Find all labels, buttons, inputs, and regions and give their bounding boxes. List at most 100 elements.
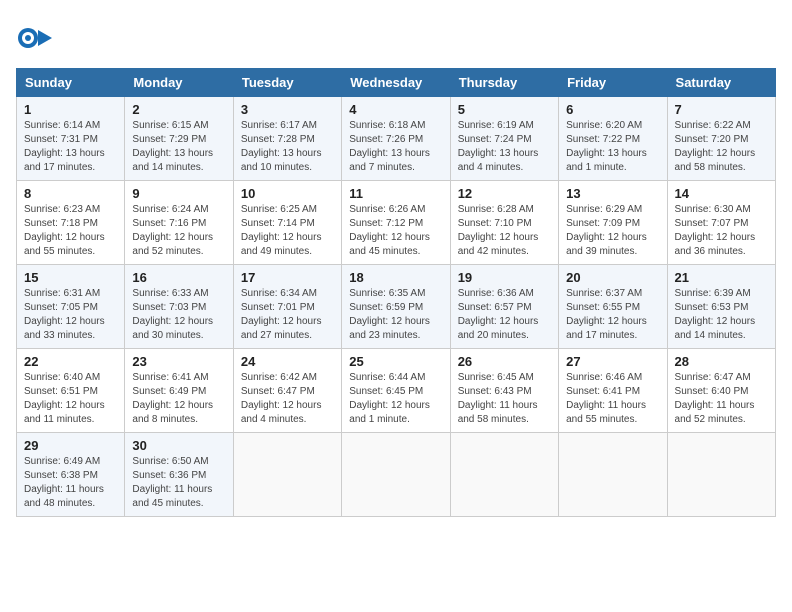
calendar-cell: 22 Sunrise: 6:40 AM Sunset: 6:51 PM Dayli…: [17, 349, 125, 433]
calendar-cell: [667, 433, 775, 517]
day-number: 11: [349, 186, 442, 201]
day-info: Sunrise: 6:28 AM Sunset: 7:10 PM Dayligh…: [458, 203, 551, 259]
calendar-cell: 18Sunrise: 6:35 AM Sunset: 6:59 PM Dayli…: [342, 265, 450, 349]
day-number: 27: [566, 354, 659, 369]
day-number: 18: [349, 270, 442, 285]
day-header-thursday: Thursday: [450, 69, 558, 97]
day-header-saturday: Saturday: [667, 69, 775, 97]
day-info: Sunrise: 6:18 AM Sunset: 7:26 PM Dayligh…: [349, 119, 442, 175]
calendar-cell: 6 Sunrise: 6:20 AM Sunset: 7:22 PM Daylig…: [559, 97, 667, 181]
day-info: Sunrise: 6:46 AM Sunset: 6:41 PM Dayligh…: [566, 371, 659, 427]
day-info: Sunrise: 6:45 AM Sunset: 6:43 PM Dayligh…: [458, 371, 551, 427]
day-info: Sunrise: 6:23 AM Sunset: 7:18 PM Dayligh…: [24, 203, 117, 259]
calendar-week-row: 15 Sunrise: 6:31 AM Sunset: 7:05 PM Dayli…: [17, 265, 776, 349]
day-number: 1: [24, 102, 117, 117]
calendar-week-row: 22 Sunrise: 6:40 AM Sunset: 6:51 PM Dayli…: [17, 349, 776, 433]
calendar-cell: 23 Sunrise: 6:41 AM Sunset: 6:49 PM Dayli…: [125, 349, 233, 433]
day-number: 23: [132, 354, 225, 369]
day-info: Sunrise: 6:20 AM Sunset: 7:22 PM Dayligh…: [566, 119, 659, 175]
day-info: Sunrise: 6:47 AM Sunset: 6:40 PM Dayligh…: [675, 371, 768, 427]
day-number: 12: [458, 186, 551, 201]
calendar-cell: 12 Sunrise: 6:28 AM Sunset: 7:10 PM Dayli…: [450, 181, 558, 265]
day-number: 5: [458, 102, 551, 117]
day-number: 21: [675, 270, 768, 285]
calendar-cell: 3 Sunrise: 6:17 AM Sunset: 7:28 PM Daylig…: [233, 97, 341, 181]
calendar-cell: [342, 433, 450, 517]
day-info: Sunrise: 6:36 AM Sunset: 6:57 PM Dayligh…: [458, 287, 551, 343]
day-number: 25: [349, 354, 442, 369]
calendar-cell: 26 Sunrise: 6:45 AM Sunset: 6:43 PM Dayli…: [450, 349, 558, 433]
page-header: [16, 16, 776, 56]
day-info: Sunrise: 6:29 AM Sunset: 7:09 PM Dayligh…: [566, 203, 659, 259]
day-number: 30: [132, 438, 225, 453]
day-number: 17: [241, 270, 334, 285]
day-header-wednesday: Wednesday: [342, 69, 450, 97]
day-info: Sunrise: 6:34 AM Sunset: 7:01 PM Dayligh…: [241, 287, 334, 343]
calendar-cell: [233, 433, 341, 517]
calendar-cell: 28 Sunrise: 6:47 AM Sunset: 6:40 PM Dayli…: [667, 349, 775, 433]
calendar-header-row: SundayMondayTuesdayWednesdayThursdayFrid…: [17, 69, 776, 97]
calendar-cell: 17 Sunrise: 6:34 AM Sunset: 7:01 PM Dayli…: [233, 265, 341, 349]
day-number: 3: [241, 102, 334, 117]
day-number: 28: [675, 354, 768, 369]
calendar-table: SundayMondayTuesdayWednesdayThursdayFrid…: [16, 68, 776, 517]
day-info: Sunrise: 6:44 AM Sunset: 6:45 PM Dayligh…: [349, 371, 442, 427]
calendar-cell: 5 Sunrise: 6:19 AM Sunset: 7:24 PM Daylig…: [450, 97, 558, 181]
day-number: 9: [132, 186, 225, 201]
day-number: 19: [458, 270, 551, 285]
calendar-cell: 16 Sunrise: 6:33 AM Sunset: 7:03 PM Dayli…: [125, 265, 233, 349]
day-number: 7: [675, 102, 768, 117]
day-header-monday: Monday: [125, 69, 233, 97]
calendar-cell: [450, 433, 558, 517]
day-header-tuesday: Tuesday: [233, 69, 341, 97]
calendar-cell: 11 Sunrise: 6:26 AM Sunset: 7:12 PM Dayli…: [342, 181, 450, 265]
calendar-cell: 2Sunrise: 6:15 AM Sunset: 7:29 PM Daylig…: [125, 97, 233, 181]
day-number: 10: [241, 186, 334, 201]
day-info: Sunrise: 6:30 AM Sunset: 7:07 PM Dayligh…: [675, 203, 768, 259]
day-number: 8: [24, 186, 117, 201]
day-info: Sunrise: 6:42 AM Sunset: 6:47 PM Dayligh…: [241, 371, 334, 427]
calendar-cell: 4 Sunrise: 6:18 AM Sunset: 7:26 PM Daylig…: [342, 97, 450, 181]
day-info: Sunrise: 6:25 AM Sunset: 7:14 PM Dayligh…: [241, 203, 334, 259]
calendar-cell: 14 Sunrise: 6:30 AM Sunset: 7:07 PM Dayli…: [667, 181, 775, 265]
day-number: 20: [566, 270, 659, 285]
day-number: 14: [675, 186, 768, 201]
day-info: Sunrise: 6:19 AM Sunset: 7:24 PM Dayligh…: [458, 119, 551, 175]
calendar-cell: 13 Sunrise: 6:29 AM Sunset: 7:09 PM Dayli…: [559, 181, 667, 265]
day-info: Sunrise: 6:49 AM Sunset: 6:38 PM Dayligh…: [24, 455, 117, 511]
day-number: 29: [24, 438, 117, 453]
day-info: Sunrise: 6:24 AM Sunset: 7:16 PM Dayligh…: [132, 203, 225, 259]
day-number: 15: [24, 270, 117, 285]
day-header-sunday: Sunday: [17, 69, 125, 97]
day-info: Sunrise: 6:31 AM Sunset: 7:05 PM Dayligh…: [24, 287, 117, 343]
day-info: Sunrise: 6:37 AM Sunset: 6:55 PM Dayligh…: [566, 287, 659, 343]
day-number: 26: [458, 354, 551, 369]
day-info: Sunrise: 6:26 AM Sunset: 7:12 PM Dayligh…: [349, 203, 442, 259]
day-info: Sunrise: 6:39 AM Sunset: 6:53 PM Dayligh…: [675, 287, 768, 343]
calendar-week-row: 29 Sunrise: 6:49 AM Sunset: 6:38 PM Dayli…: [17, 433, 776, 517]
logo: [16, 20, 56, 56]
calendar-cell: 7Sunrise: 6:22 AM Sunset: 7:20 PM Daylig…: [667, 97, 775, 181]
calendar-cell: 30Sunrise: 6:50 AM Sunset: 6:36 PM Dayli…: [125, 433, 233, 517]
calendar-cell: 25 Sunrise: 6:44 AM Sunset: 6:45 PM Dayli…: [342, 349, 450, 433]
calendar-cell: 15 Sunrise: 6:31 AM Sunset: 7:05 PM Dayli…: [17, 265, 125, 349]
day-info: Sunrise: 6:33 AM Sunset: 7:03 PM Dayligh…: [132, 287, 225, 343]
day-header-friday: Friday: [559, 69, 667, 97]
calendar-cell: 9 Sunrise: 6:24 AM Sunset: 7:16 PM Daylig…: [125, 181, 233, 265]
day-number: 16: [132, 270, 225, 285]
calendar-cell: 1Sunrise: 6:14 AM Sunset: 7:31 PM Daylig…: [17, 97, 125, 181]
logo-icon: [16, 20, 52, 56]
day-number: 6: [566, 102, 659, 117]
calendar-cell: 8 Sunrise: 6:23 AM Sunset: 7:18 PM Daylig…: [17, 181, 125, 265]
day-info: Sunrise: 6:17 AM Sunset: 7:28 PM Dayligh…: [241, 119, 334, 175]
day-number: 4: [349, 102, 442, 117]
calendar-cell: 10 Sunrise: 6:25 AM Sunset: 7:14 PM Dayli…: [233, 181, 341, 265]
calendar-cell: 20 Sunrise: 6:37 AM Sunset: 6:55 PM Dayli…: [559, 265, 667, 349]
day-number: 22: [24, 354, 117, 369]
day-info: Sunrise: 6:40 AM Sunset: 6:51 PM Dayligh…: [24, 371, 117, 427]
calendar-week-row: 1Sunrise: 6:14 AM Sunset: 7:31 PM Daylig…: [17, 97, 776, 181]
day-info: Sunrise: 6:41 AM Sunset: 6:49 PM Dayligh…: [132, 371, 225, 427]
calendar-cell: 19 Sunrise: 6:36 AM Sunset: 6:57 PM Dayli…: [450, 265, 558, 349]
calendar-week-row: 8 Sunrise: 6:23 AM Sunset: 7:18 PM Daylig…: [17, 181, 776, 265]
day-number: 13: [566, 186, 659, 201]
